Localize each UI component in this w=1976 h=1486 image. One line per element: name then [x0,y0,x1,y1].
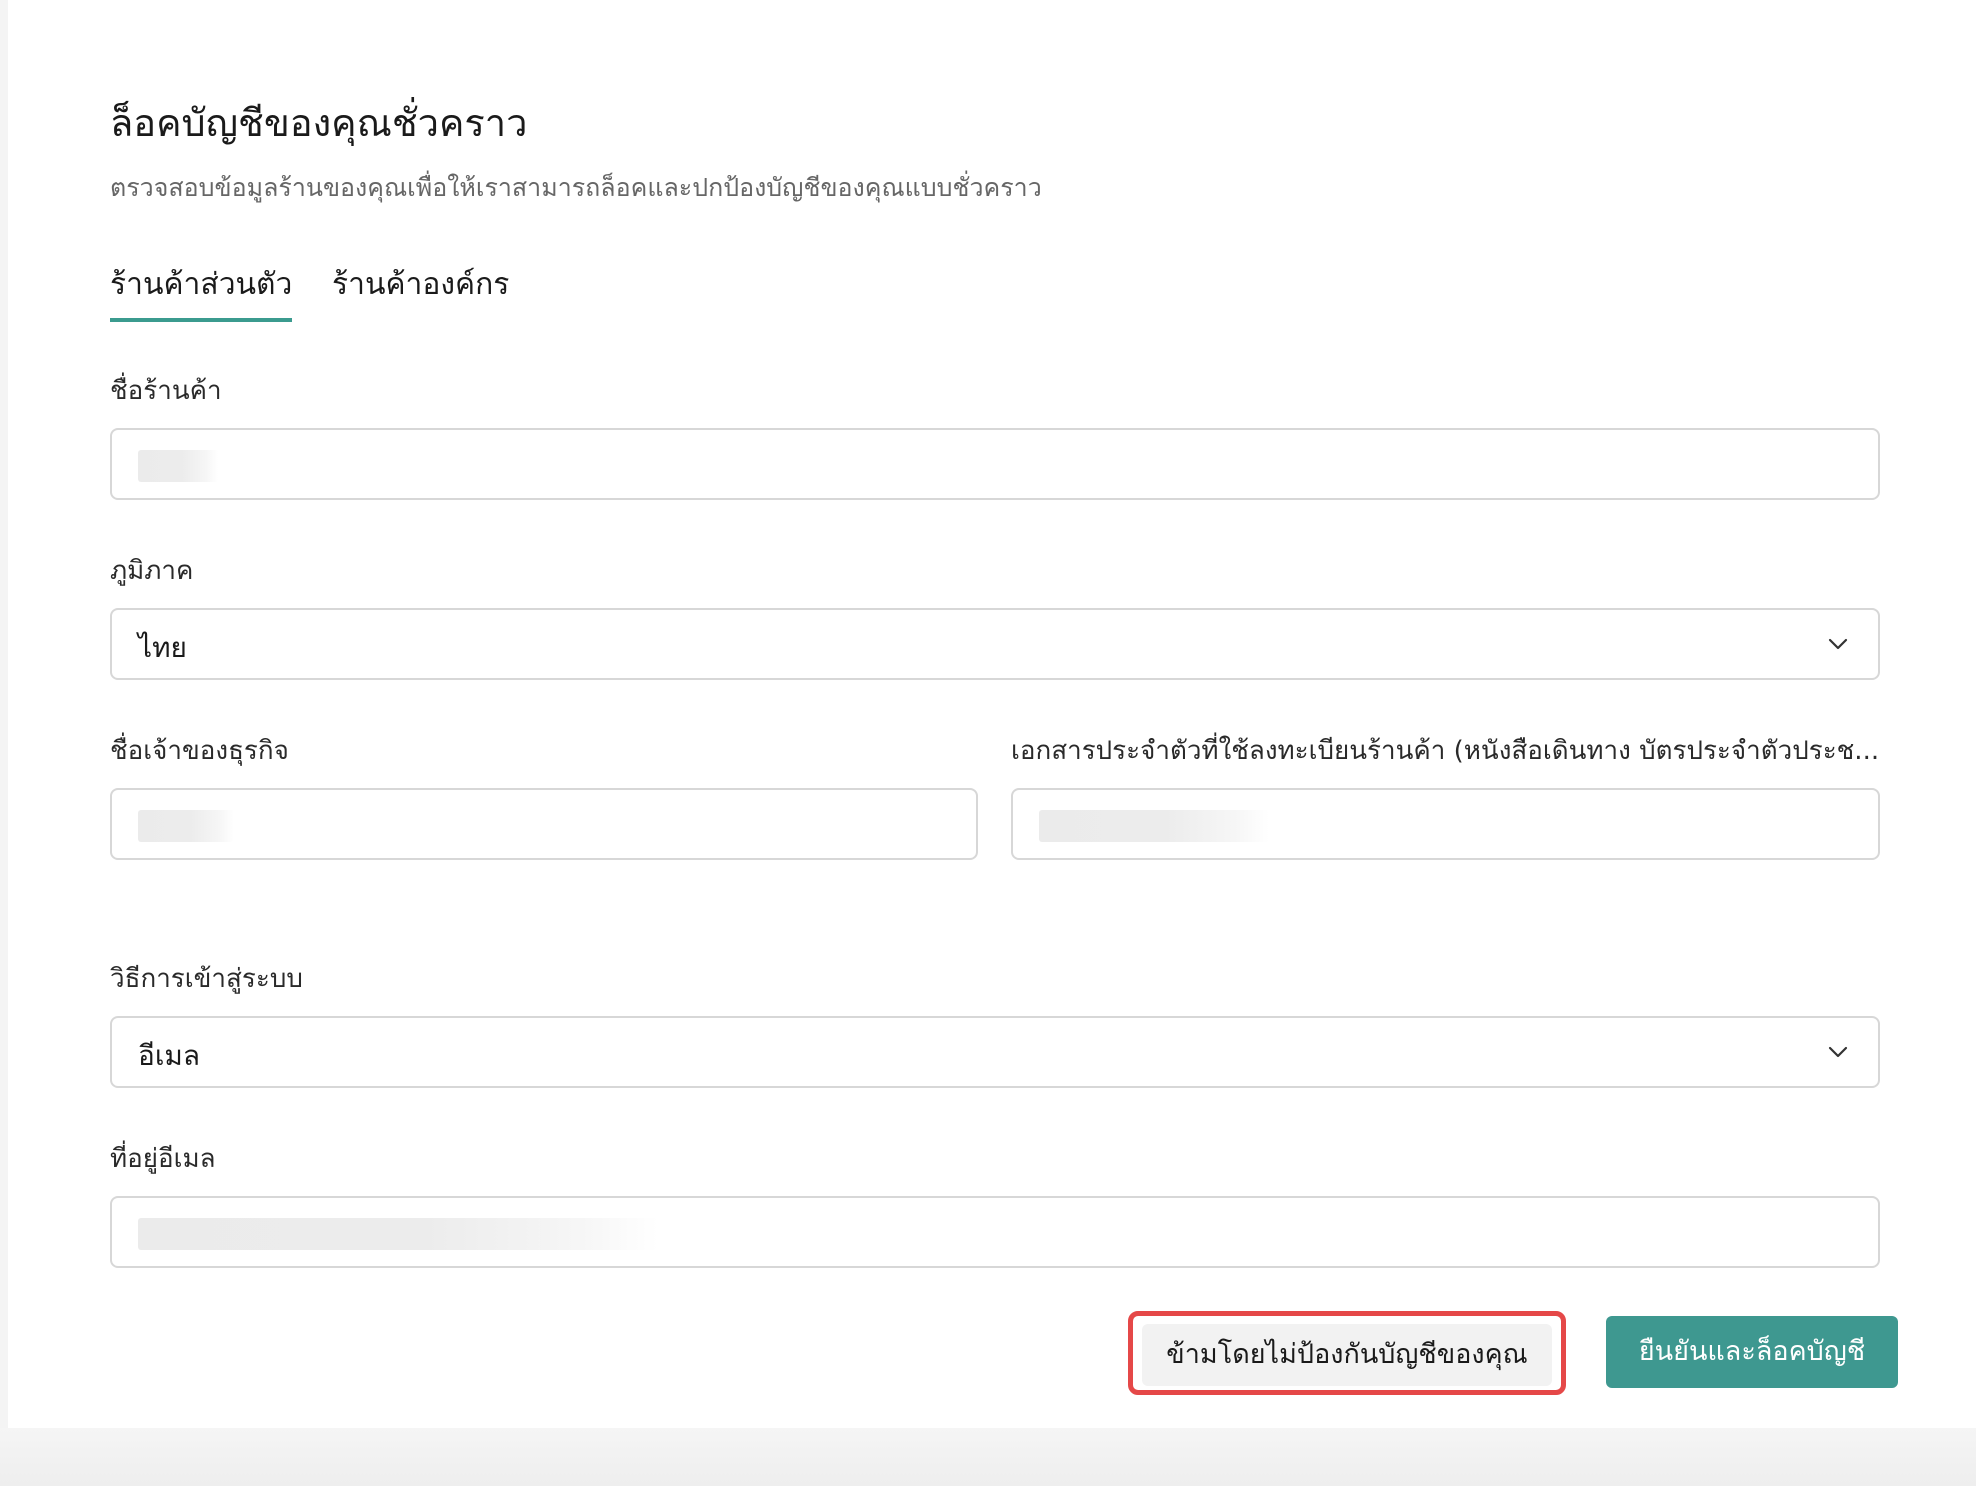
owner-name-label: ชื่อเจ้าของธุรกิจ [110,736,289,766]
region-selected-value: ไทย [138,631,187,664]
lock-account-panel: ล็อคบัญชีของคุณชั่วคราว ตรวจสอบข้อมูลร้า… [8,0,1976,1428]
tab-business-shop[interactable]: ร้านค้าองค์กร [332,262,509,318]
owner-name-input[interactable] [110,788,978,860]
redacted-shop-name [138,450,218,482]
id-document-input[interactable] [1011,788,1880,860]
page: ล็อคบัญชีของคุณชั่วคราว ตรวจสอบข้อมูลร้า… [0,0,1976,1486]
login-method-label: วิธีการเข้าสู่ระบบ [110,964,303,994]
region-select[interactable]: ไทย [110,608,1880,680]
region-label: ภูมิภาค [110,556,194,586]
shop-name-input[interactable] [110,428,1880,500]
email-input[interactable] [110,1196,1880,1268]
redacted-id-document [1039,810,1269,842]
page-subtitle: ตรวจสอบข้อมูลร้านของคุณเพื่อให้เราสามารถ… [110,173,1042,202]
shop-name-label: ชื่อร้านค้า [110,376,222,406]
skip-button-highlight: ข้ามโดยไม่ป้องกันบัญชีของคุณ [1128,1311,1566,1395]
redacted-owner-name [138,810,234,842]
chevron-down-icon [1828,638,1848,650]
id-document-label: เอกสารประจำตัวที่ใช้ลงทะเบียนร้านค้า (หน… [1011,736,1880,766]
email-label: ที่อยู่อีเมล [110,1144,216,1174]
shop-type-tabs: ร้านค้าส่วนตัว ร้านค้าองค์กร [110,262,710,322]
chevron-down-icon [1828,1046,1848,1058]
page-title: ล็อคบัญชีของคุณชั่วคราว [110,101,528,145]
login-method-selected-value: อีเมล [138,1039,201,1072]
tab-personal-shop[interactable]: ร้านค้าส่วนตัว [110,262,293,322]
redacted-email [138,1218,658,1250]
confirm-and-lock-button[interactable]: ยืนยันและล็อคบัญชี [1606,1316,1898,1388]
login-method-select[interactable]: อีเมล [110,1016,1880,1088]
skip-without-protection-button[interactable]: ข้ามโดยไม่ป้องกันบัญชีของคุณ [1142,1324,1552,1386]
bottom-strip [0,1428,1976,1486]
